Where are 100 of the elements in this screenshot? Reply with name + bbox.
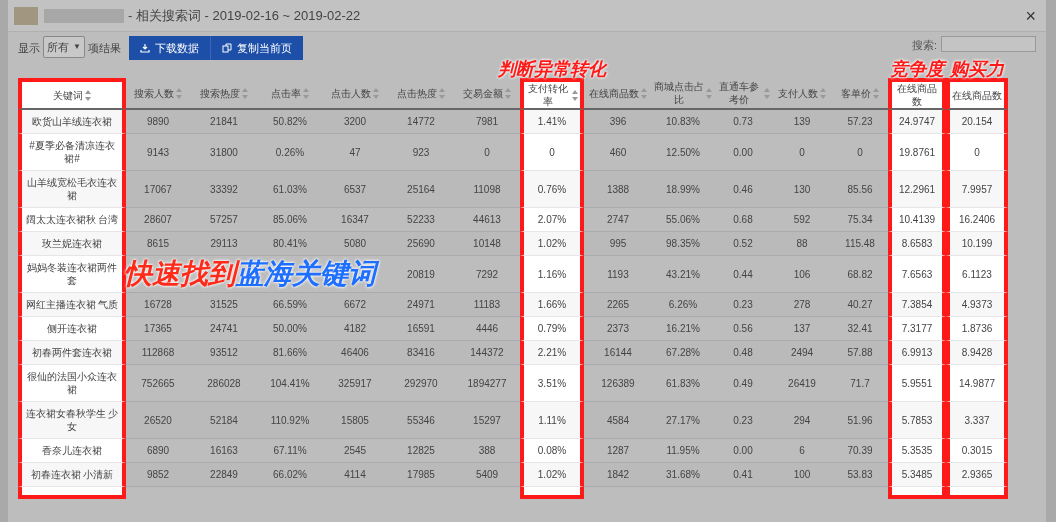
table-cell: 14772 bbox=[407, 116, 435, 127]
result-label: 项结果 bbox=[87, 41, 121, 56]
table-cell: 26419 bbox=[788, 377, 816, 389]
copy-button[interactable]: 复制当前页 bbox=[209, 36, 303, 60]
table-cell: 1.41% bbox=[537, 116, 567, 127]
table-cell: 4.9373 bbox=[961, 299, 993, 310]
column-header[interactable]: 点击人数 bbox=[331, 86, 371, 100]
column-header[interactable]: 支付人数 bbox=[778, 86, 818, 100]
table-cell: 3200 bbox=[343, 116, 367, 127]
window-title: - 相关搜索词 - 2019-02-16 ~ 2019-02-22 bbox=[128, 6, 361, 25]
table-cell: 40.27 bbox=[847, 299, 873, 310]
table-cell: 4584 bbox=[606, 414, 630, 426]
table-cell: 43.21% bbox=[666, 268, 700, 280]
table-cell: 11183 bbox=[473, 299, 501, 310]
redacted-logo bbox=[14, 6, 38, 25]
sort-icon[interactable] bbox=[572, 89, 578, 101]
download-button[interactable]: 下载数据 bbox=[128, 36, 210, 60]
table-cell: 6672 bbox=[343, 299, 367, 310]
callout-text: 购买力 bbox=[950, 59, 1004, 79]
table-cell: 7.3854 bbox=[901, 299, 933, 310]
table-cell: 5409 bbox=[475, 469, 499, 480]
table-cell: 0.44 bbox=[733, 268, 753, 280]
sort-icon[interactable] bbox=[820, 87, 826, 99]
sort-icon[interactable] bbox=[242, 87, 248, 99]
table-cell: 16347 bbox=[341, 214, 369, 225]
column-header[interactable]: 客单价 bbox=[841, 86, 871, 100]
table-cell: 33392 bbox=[210, 183, 238, 195]
table-cell: 7292 bbox=[475, 268, 499, 280]
table-cell: 278 bbox=[793, 299, 811, 310]
table-cell: 923 bbox=[412, 146, 430, 158]
keyword-cell: 初春两件套连衣裙 bbox=[32, 347, 112, 358]
column-header[interactable]: 直通车参考价 bbox=[716, 80, 762, 106]
table-cell: 15805 bbox=[341, 414, 369, 426]
table-cell: 7981 bbox=[475, 116, 499, 127]
table-cell: 0 bbox=[857, 146, 863, 158]
table-cell: 83416 bbox=[407, 347, 435, 358]
close-button[interactable]: × bbox=[1025, 6, 1036, 25]
sort-icon[interactable] bbox=[439, 87, 445, 99]
copy-icon bbox=[221, 43, 232, 53]
table-cell: 2747 bbox=[606, 214, 630, 225]
table-cell: 98.35% bbox=[666, 238, 700, 249]
table-cell: 0.23 bbox=[733, 299, 753, 310]
column-header[interactable]: 点击热度 bbox=[397, 86, 437, 100]
search-field[interactable] bbox=[941, 36, 1036, 52]
table-cell: 0.3015 bbox=[961, 445, 993, 456]
table-cell: 61.03% bbox=[273, 183, 307, 195]
table-cell: 10.83% bbox=[666, 116, 700, 127]
table-cell: 50.00% bbox=[273, 323, 307, 334]
column-header[interactable]: 关键词 bbox=[53, 88, 83, 102]
sort-icon[interactable] bbox=[641, 87, 647, 99]
table-cell: 15297 bbox=[473, 414, 501, 426]
sort-icon[interactable] bbox=[303, 87, 309, 99]
table-cell: 6.1123 bbox=[962, 268, 992, 280]
column-header[interactable]: 点击率 bbox=[271, 86, 301, 100]
sort-icon[interactable] bbox=[176, 87, 182, 99]
sort-icon[interactable] bbox=[764, 87, 770, 99]
column-header[interactable]: 支付转化率 bbox=[526, 82, 570, 108]
column-header[interactable]: 搜索热度 bbox=[200, 86, 240, 100]
table-cell: 17985 bbox=[407, 469, 435, 480]
table-cell: 2494 bbox=[790, 347, 814, 358]
table-cell: 2545 bbox=[343, 445, 367, 456]
table-cell: 11.95% bbox=[666, 445, 700, 456]
sort-icon[interactable] bbox=[706, 87, 712, 99]
table-cell: 1.8736 bbox=[961, 323, 993, 334]
table-cell: 4182 bbox=[343, 323, 367, 334]
table-cell: 57257 bbox=[210, 214, 238, 225]
sort-icon[interactable] bbox=[505, 87, 511, 99]
sort-icon[interactable] bbox=[873, 87, 879, 99]
download-icon bbox=[139, 43, 150, 53]
table-cell: 18.99% bbox=[666, 183, 700, 195]
table-cell: 5.9551 bbox=[901, 377, 933, 389]
show-label: 显示 bbox=[18, 41, 40, 56]
table-cell: 25164 bbox=[407, 183, 435, 195]
table-cell: 51.96 bbox=[847, 414, 873, 426]
column-header[interactable]: 交易金额 bbox=[463, 86, 503, 100]
sort-icon[interactable] bbox=[85, 89, 91, 101]
table-cell: 0 bbox=[484, 146, 490, 158]
table-cell: 50.82% bbox=[273, 116, 307, 127]
column-header[interactable]: 在线商品数 bbox=[589, 86, 639, 100]
table-cell: 8615 bbox=[146, 238, 170, 249]
table-cell: 7.3177 bbox=[901, 323, 933, 334]
keyword-cell: #夏季必备清凉连衣裙# bbox=[29, 140, 115, 164]
table-cell: 17365 bbox=[144, 323, 172, 334]
column-header[interactable]: 商城点击占比 bbox=[654, 80, 704, 106]
table-cell: 325917 bbox=[338, 377, 372, 389]
keyword-cell: 初春连衣裙 小清新 bbox=[30, 469, 114, 480]
table-cell: 52233 bbox=[407, 214, 435, 225]
table-cell: 85.06% bbox=[273, 214, 307, 225]
table-cell: 5.3485 bbox=[901, 469, 933, 480]
sort-icon[interactable] bbox=[373, 87, 379, 99]
table-cell: 0.49 bbox=[733, 377, 753, 389]
keyword-cell: 侧开连衣裙 bbox=[47, 323, 97, 334]
table-cell: 1287 bbox=[606, 445, 630, 456]
column-header[interactable]: 搜索人数 bbox=[134, 86, 174, 100]
table-cell: 0.73 bbox=[733, 116, 753, 127]
page-size-select[interactable]: 所有 ▼ bbox=[43, 36, 85, 58]
table-cell: 24971 bbox=[407, 299, 435, 310]
table-cell: 126389 bbox=[601, 377, 635, 389]
table-cell: 46406 bbox=[341, 347, 369, 358]
table-cell: 1.16% bbox=[537, 268, 567, 280]
